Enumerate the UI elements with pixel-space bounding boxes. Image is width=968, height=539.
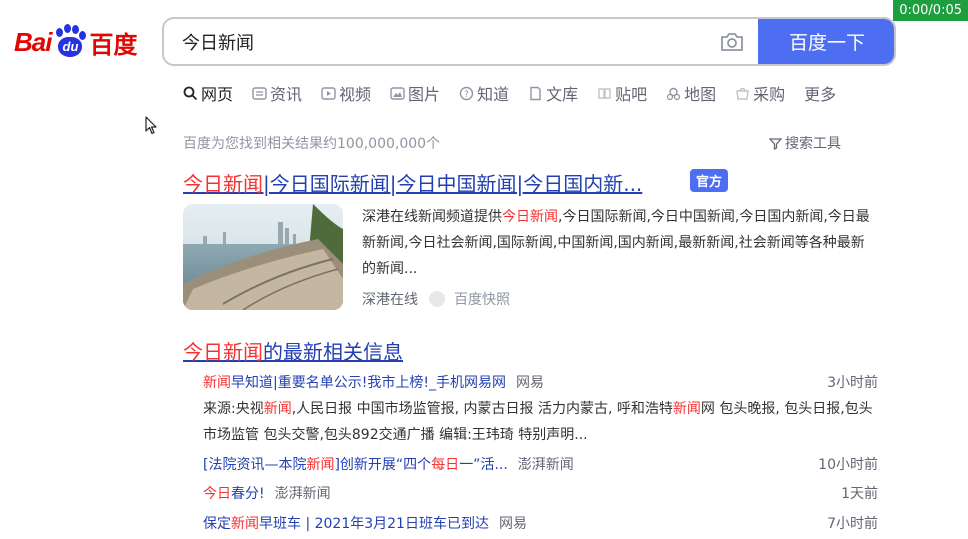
official-badge[interactable]: 官方 — [690, 169, 729, 192]
abstract-text: 来源:央视 — [203, 401, 264, 417]
search-input[interactable] — [164, 19, 706, 64]
tab-web[interactable]: 网页 — [183, 82, 233, 104]
tab-video[interactable]: 视频 — [321, 82, 371, 104]
tab-news[interactable]: 资讯 — [252, 82, 302, 104]
tab-label: 采购 — [753, 85, 786, 104]
news-highlight: 每日 — [431, 457, 460, 473]
abstract-text: 深港在线新闻频道提供 — [362, 209, 502, 225]
news-highlight: 新闻 — [231, 516, 259, 532]
video-timer: 0:00/0:05 — [893, 0, 968, 21]
news-time: 1天前 — [841, 486, 878, 502]
title-rest: 的最新相关信息 — [263, 340, 403, 364]
snapshot-link[interactable]: 百度快照 — [454, 289, 510, 309]
logo-latin-text: Bai — [14, 26, 52, 57]
tab-label: 视频 — [339, 85, 372, 104]
abstract-highlight: 新闻 — [672, 401, 701, 417]
search-tools-button[interactable]: 搜索工具 — [769, 133, 841, 153]
camera-icon[interactable] — [706, 19, 758, 64]
news-highlight: 新闻 — [203, 375, 231, 391]
bag-icon — [736, 87, 749, 100]
news-title[interactable]: 保定 — [203, 516, 231, 532]
result-source-line: 深港在线 百度快照 — [362, 289, 510, 309]
logo-paw-text: du — [58, 37, 83, 57]
title-highlight: 今日新闻 — [183, 172, 263, 196]
tab-zhidao[interactable]: ? 知道 — [459, 82, 509, 104]
news-title[interactable]: 春分! — [231, 486, 265, 502]
search-icon — [183, 86, 198, 100]
tab-label: 更多 — [804, 85, 837, 104]
result-count: 百度为您找到相关结果约100,000,000个 — [183, 136, 441, 152]
source-name[interactable]: 深港在线 — [362, 289, 418, 309]
paw-icon: du — [52, 24, 88, 60]
mouse-cursor-icon — [145, 116, 157, 135]
title-highlight: 今日新闻 — [183, 340, 263, 364]
news-time: 10小时前 — [818, 457, 878, 473]
tab-map[interactable]: 地图 — [666, 82, 716, 104]
news-title[interactable]: 早知道|重要名单公示!我市上榜!_手机网易网 — [231, 375, 506, 391]
result-thumbnail[interactable] — [183, 204, 343, 310]
news-title[interactable]: ]创新开展“四个 — [334, 457, 431, 473]
news-block-title-link[interactable]: 今日新闻的最新相关信息 — [183, 336, 403, 365]
search-tabs: 网页 资讯 视频 图片 ? 知道 文库 贴吧 地图 采购 更多 — [183, 82, 855, 104]
news-item[interactable]: 新闻早知道|重要名单公示!我市上榜!_手机网易网 网易 3小时前 — [203, 372, 878, 392]
image-icon — [390, 86, 405, 100]
news-title[interactable]: 早班车 | 2021年3月21日班车已到达 — [259, 516, 489, 532]
map-icon — [667, 87, 681, 100]
logo-cn-text: 百度 — [89, 31, 138, 59]
tab-purchase[interactable]: 采购 — [735, 82, 785, 104]
news-title[interactable]: [法院资讯—本院 — [203, 457, 306, 473]
news-source: 网易 — [515, 375, 544, 391]
tab-label: 贴吧 — [615, 85, 648, 104]
baidu-logo[interactable]: Bai du 百度 — [14, 20, 137, 64]
search-button[interactable]: 百度一下 — [758, 19, 894, 64]
abstract-highlight: 今日新闻 — [502, 209, 558, 225]
result-title-link[interactable]: 今日新闻|今日国际新闻|今日中国新闻|今日国内新... — [183, 168, 642, 197]
tab-label: 图片 — [408, 85, 441, 104]
tieba-icon — [598, 87, 611, 99]
source-verify-icon — [429, 291, 445, 307]
abstract-text: ,人民日报 中国市场监管报, 内蒙古日报 活力内蒙古, 呼和浩特 — [291, 401, 673, 417]
abstract-highlight: 新闻 — [263, 401, 292, 417]
search-tools-label: 搜索工具 — [785, 136, 841, 152]
tab-label: 资讯 — [270, 85, 303, 104]
svg-text:?: ? — [464, 90, 469, 100]
tab-label: 网页 — [201, 85, 234, 104]
news-title[interactable]: 一”活... — [459, 457, 508, 473]
filter-icon — [769, 137, 782, 150]
news-highlight: 新闻 — [306, 457, 335, 473]
news-source: 澎湃新闻 — [274, 486, 331, 502]
search-box: 百度一下 — [162, 17, 896, 66]
tab-images[interactable]: 图片 — [390, 82, 440, 104]
news-item[interactable]: 保定新闻早班车 | 2021年3月21日班车已到达 网易 7小时前 — [203, 513, 878, 533]
news-icon — [252, 86, 267, 100]
news-highlight: 今日 — [203, 486, 231, 502]
news-time: 3小时前 — [827, 375, 878, 391]
news-time: 7小时前 — [827, 516, 878, 532]
tab-label: 文库 — [546, 85, 579, 104]
question-icon: ? — [459, 86, 474, 100]
tab-label: 地图 — [684, 85, 717, 104]
tab-label: 知道 — [477, 85, 510, 104]
news-abstract: 来源:央视新闻,人民日报 中国市场监管报, 内蒙古日报 活力内蒙古, 呼和浩特新… — [203, 396, 878, 448]
news-source: 网易 — [498, 516, 527, 532]
news-source: 澎湃新闻 — [517, 457, 574, 473]
tab-wenku[interactable]: 文库 — [528, 82, 578, 104]
result-abstract: 深港在线新闻频道提供今日新闻,今日国际新闻,今日中国新闻,今日国内新闻,今日最新… — [362, 204, 874, 282]
news-item[interactable]: 今日春分! 澎湃新闻 1天前 — [203, 483, 878, 503]
tab-more[interactable]: 更多 — [804, 82, 836, 104]
video-icon — [321, 86, 336, 100]
document-icon — [530, 86, 541, 100]
title-rest: |今日国际新闻|今日中国新闻|今日国内新... — [263, 172, 643, 196]
news-item[interactable]: [法院资讯—本院新闻]创新开展“四个每日一”活... 澎湃新闻 10小时前 — [203, 454, 878, 474]
tab-tieba[interactable]: 贴吧 — [597, 82, 647, 104]
